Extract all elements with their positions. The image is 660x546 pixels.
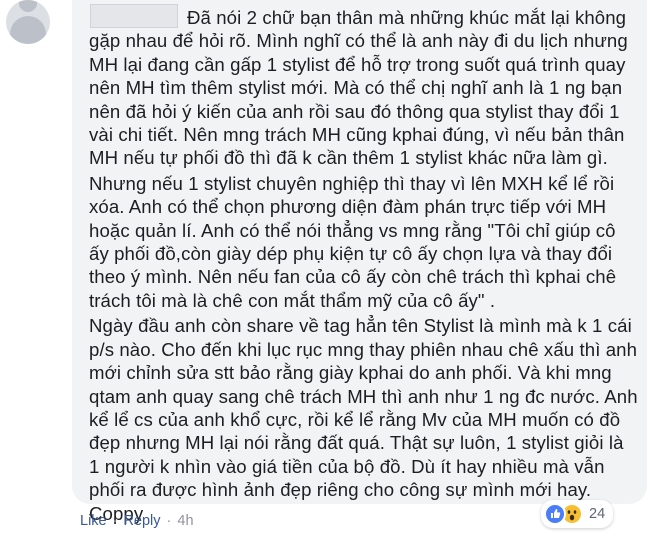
comment-actions: Like · Reply · 4h	[80, 511, 194, 531]
separator-dot: ·	[112, 513, 118, 529]
reply-link[interactable]: Reply	[123, 513, 160, 529]
separator-dot: ·	[166, 513, 172, 529]
reaction-count: 24	[589, 506, 606, 522]
comment-paragraph: Nhưng nếu 1 stylist chuyên nghiệp thì th…	[89, 172, 617, 311]
avatar-head-shape	[19, 0, 37, 12]
reactions-summary[interactable]: 24	[541, 500, 614, 528]
comment-body: Đã nói 2 chữ bạn thân mà những khúc mắt …	[89, 6, 639, 527]
like-icon	[544, 503, 566, 525]
like-link[interactable]: Like	[80, 513, 107, 529]
avatar[interactable]	[6, 0, 50, 44]
comment-paragraph: Đã nói 2 chữ bạn thân mà những khúc mắt …	[89, 7, 628, 169]
comment-paragraph: Ngày đầu anh còn share về tag hẳn tên St…	[89, 315, 638, 524]
avatar-shoulders-shape	[10, 16, 46, 44]
timestamp[interactable]: 4h	[177, 513, 193, 529]
